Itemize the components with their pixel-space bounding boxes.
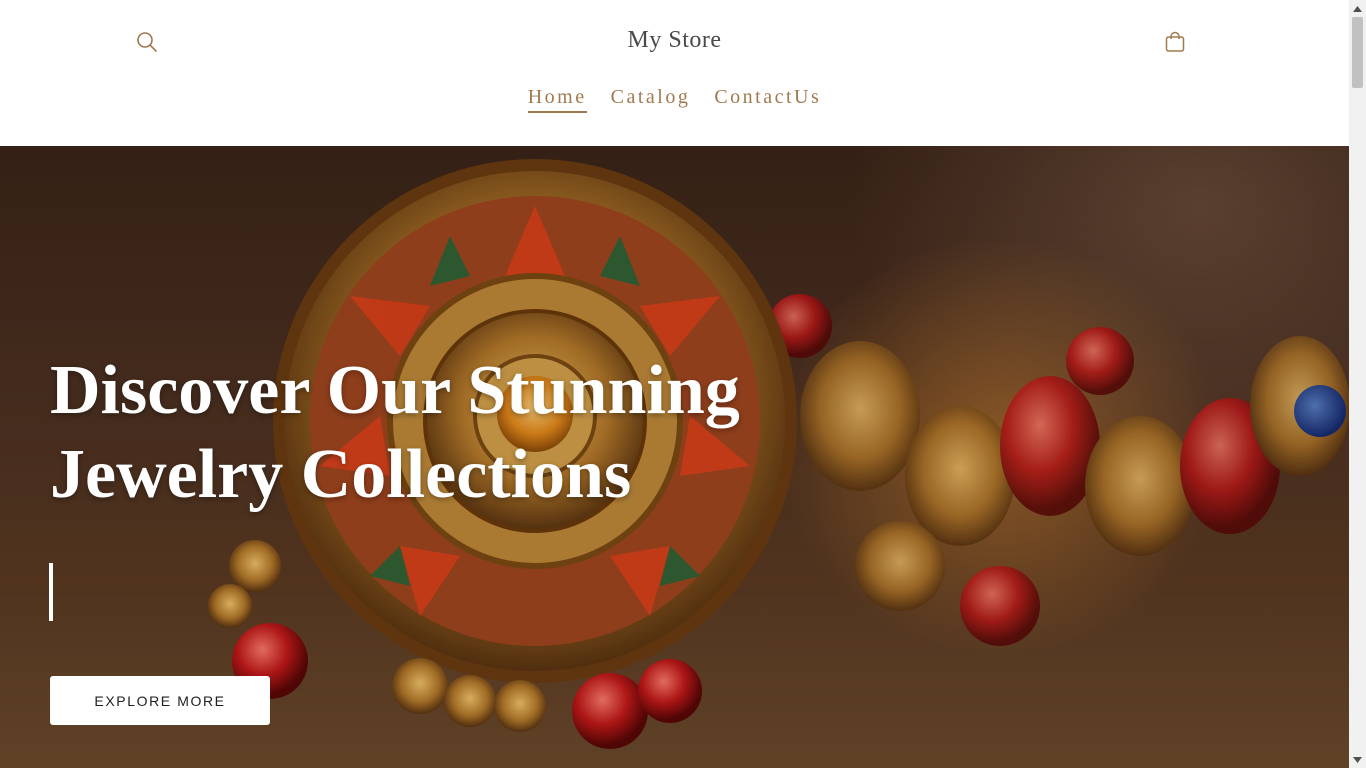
nav-item-home[interactable]: Home [527,86,587,113]
scroll-up-arrow[interactable] [1349,0,1366,17]
cart-button[interactable] [1155,22,1195,62]
nav-item-catalog[interactable]: Catalog [611,86,691,113]
chevron-down-icon [1353,756,1362,763]
store-title[interactable]: My Store [0,27,1349,54]
nav-item-contactus[interactable]: ContactUs [714,86,821,113]
chevron-up-icon [1353,5,1362,12]
scroll-down-arrow[interactable] [1349,751,1366,768]
hero-heading: Discover Our Stunning Jewelry Collection… [50,349,810,517]
site-header: My Store Home Catalog ContactUs [0,0,1349,146]
scroll-thumb[interactable] [1352,17,1363,88]
page: My Store Home Catalog ContactUs Discover… [0,0,1349,768]
explore-more-button[interactable]: EXPLORE MORE [50,676,270,725]
hero-heading-line2: Jewelry Collections [50,436,632,513]
page-scrollbar[interactable] [1349,0,1366,768]
hero-divider [49,563,53,621]
hero-banner: Discover Our Stunning Jewelry Collection… [0,146,1349,768]
main-nav: Home Catalog ContactUs [0,86,1349,113]
hero-heading-line1: Discover Our Stunning [50,352,740,429]
bag-icon [1165,31,1185,52]
